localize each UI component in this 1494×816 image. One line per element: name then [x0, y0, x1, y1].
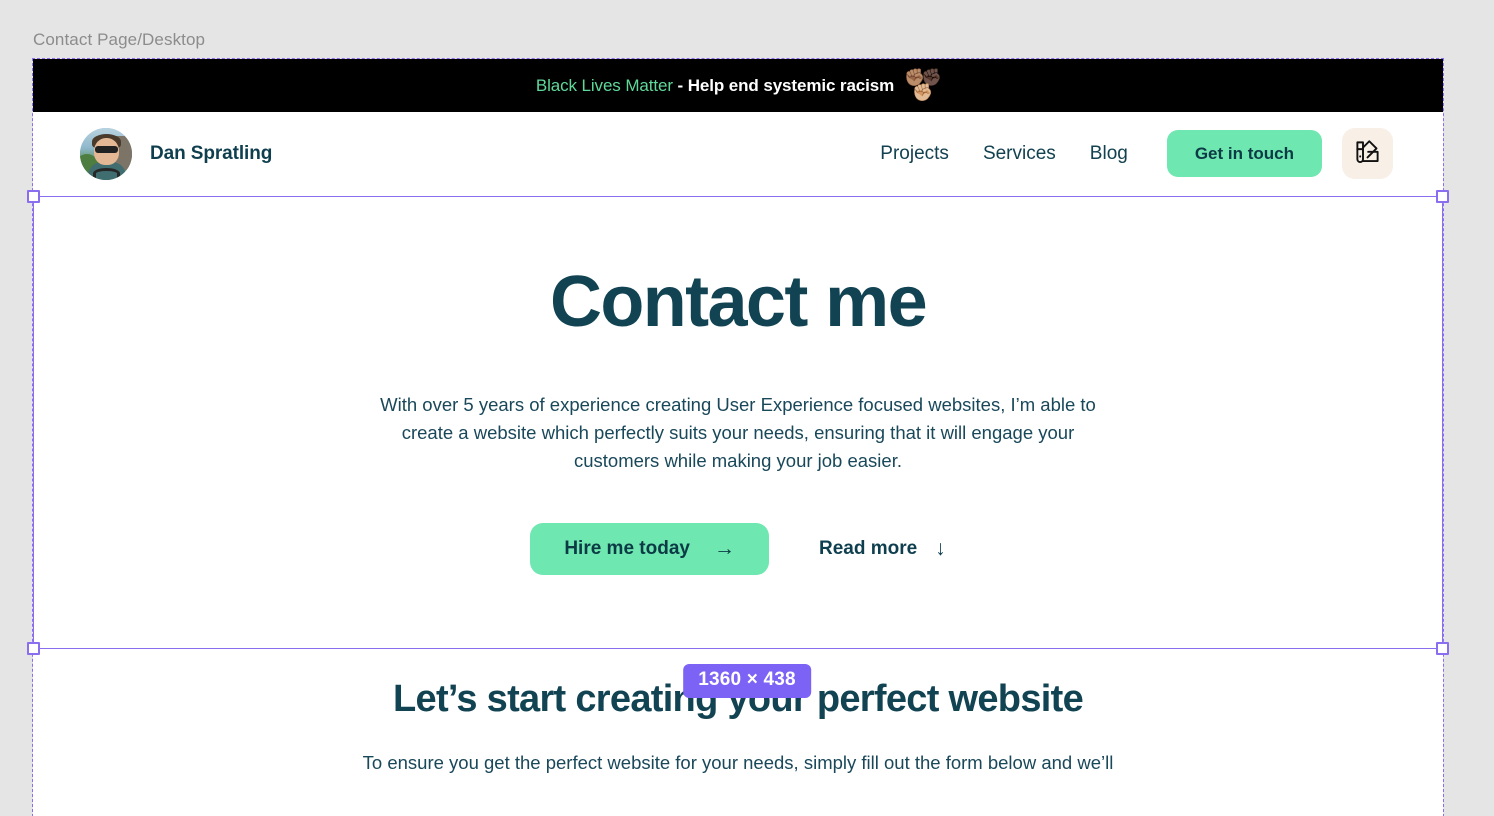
hero-section: Contact me With over 5 years of experien… — [33, 195, 1443, 575]
read-more-label: Read more — [818, 537, 918, 559]
nav-link-projects[interactable]: Projects — [863, 143, 966, 165]
raised-fist-icons: ✊🏽 ✊🏿 ✊🏼 — [904, 69, 942, 103]
hero-cta-row: Hire me today → Read more ↓ — [33, 522, 1443, 575]
theme-switcher-button[interactable] — [1342, 128, 1393, 179]
nav-link-services[interactable]: Services — [966, 143, 1073, 165]
raised-fist-icon: ✊🏼 — [912, 82, 934, 102]
page-title: Contact me — [549, 262, 928, 342]
figma-canvas: Contact Page/Desktop Black Lives Matter … — [0, 0, 1494, 816]
site-navigation: Dan Spratling Projects Services Blog Get… — [33, 112, 1443, 195]
brand-name: Dan Spratling — [150, 142, 273, 164]
website-frame[interactable]: Black Lives Matter - Help end systemic r… — [32, 58, 1444, 816]
banner-highlight-text: Black Lives Matter — [535, 75, 673, 95]
selection-size-badge: 1360 × 438 — [683, 664, 811, 698]
arrow-right-icon: → — [713, 537, 735, 561]
frame-label[interactable]: Contact Page/Desktop — [33, 30, 205, 50]
avatar — [80, 127, 132, 180]
hire-me-today-button[interactable]: Hire me today → — [530, 522, 769, 575]
arrow-down-icon: ↓ — [935, 537, 946, 561]
brand-link[interactable]: Dan Spratling — [80, 127, 273, 180]
nav-link-blog[interactable]: Blog — [1073, 143, 1145, 165]
hero-paragraph: With over 5 years of experience creating… — [380, 393, 1096, 471]
get-in-touch-button[interactable]: Get in touch — [1166, 130, 1322, 177]
nav-links-group: Projects Services Blog Get in touch — [863, 128, 1393, 179]
black-lives-matter-banner[interactable]: Black Lives Matter - Help end systemic r… — [33, 59, 1443, 112]
banner-rest-text: - Help end systemic racism — [672, 75, 895, 95]
hire-me-label: Hire me today — [564, 537, 690, 559]
banner-text: Black Lives Matter - Help end systemic r… — [536, 76, 894, 96]
color-palette-swatch-icon — [1354, 139, 1381, 169]
section-paragraph: To ensure you get the perfect website fo… — [362, 751, 1114, 773]
read-more-link[interactable]: Read more ↓ — [819, 538, 946, 560]
